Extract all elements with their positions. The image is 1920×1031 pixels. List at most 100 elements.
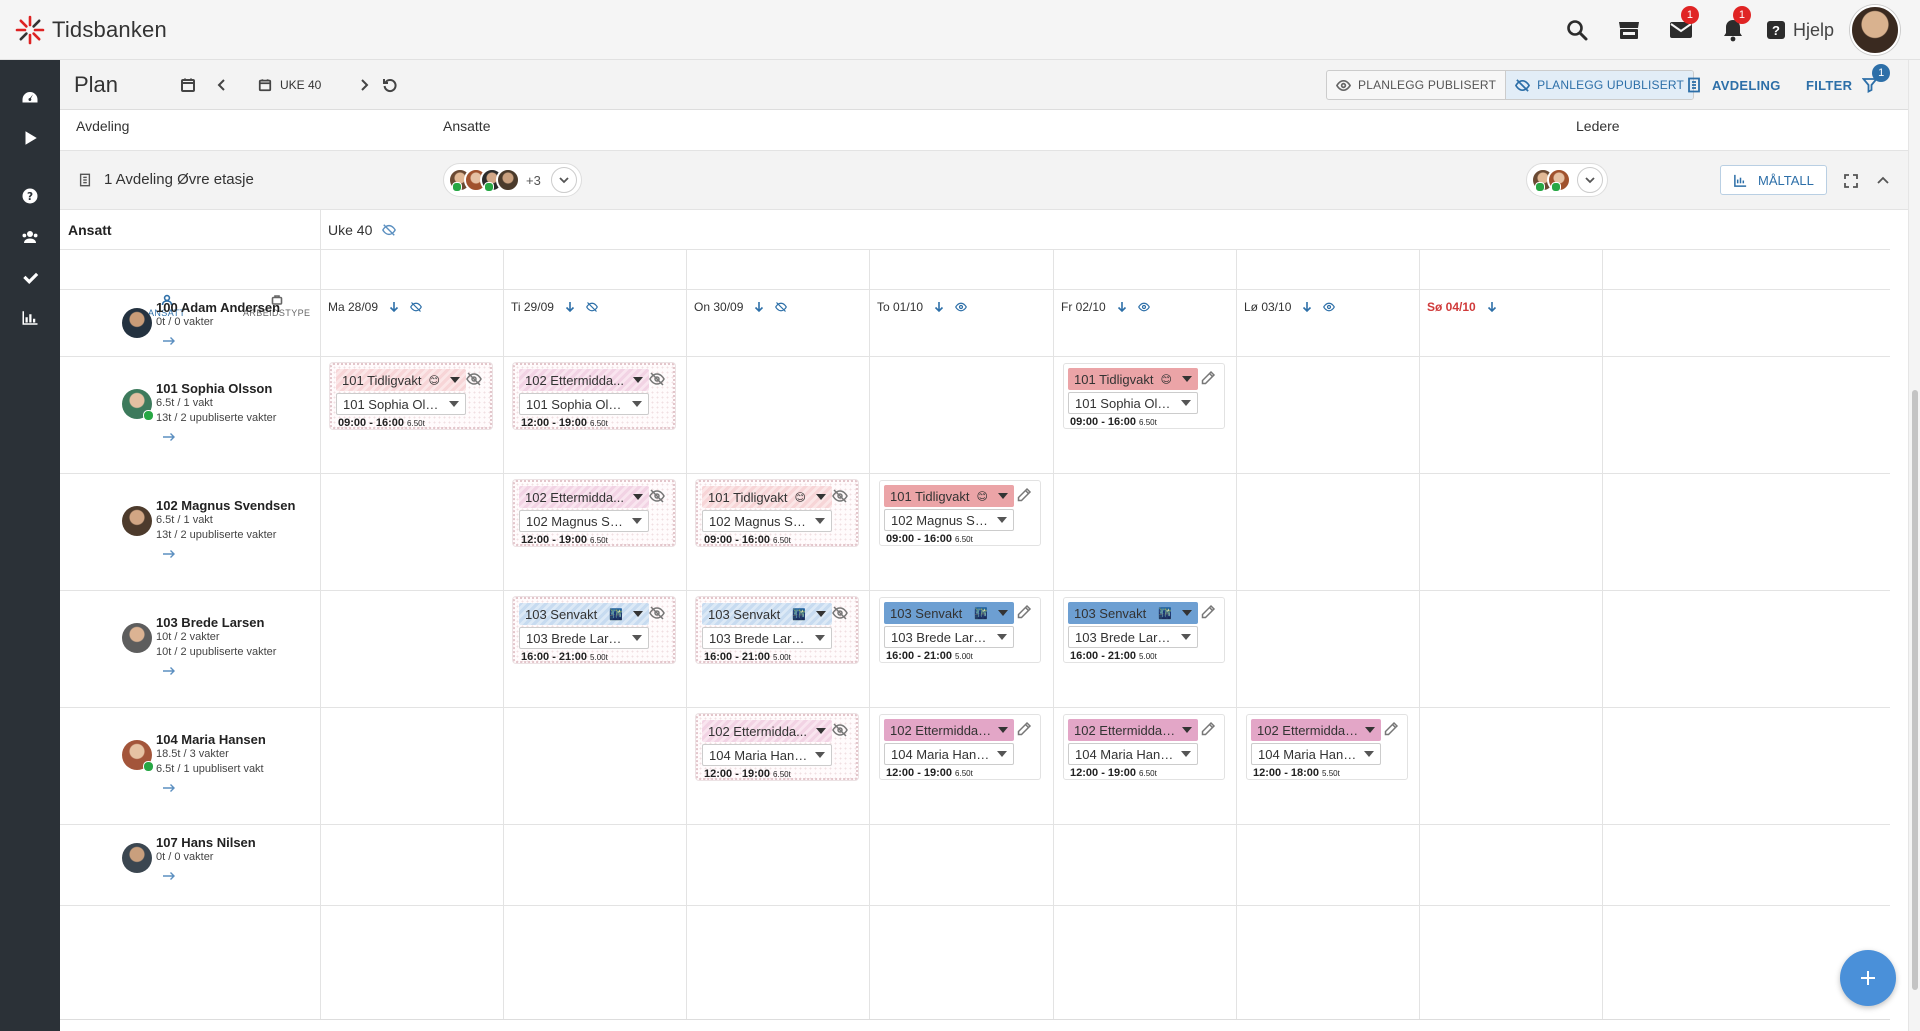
employee-name[interactable]: 100 Adam Andersen [156,300,280,315]
expand-employees-button[interactable] [550,167,577,193]
shift-type-select[interactable]: 103 Senvakt 🌃 [519,603,649,625]
shift-type-select[interactable]: 101 Tidligvakt 😊 [1068,368,1198,390]
shift-card[interactable]: 103 Senvakt 🌃 103 Brede Larsen 16:00 - 21:0… [879,597,1041,663]
shift-type-select[interactable]: 102 Ettermiddag... [1251,719,1381,741]
avatar[interactable] [122,308,152,338]
shift-card[interactable]: 102 Ettermidda... 102 Magnus Sve... 12:00 … [513,480,675,546]
avatar[interactable] [122,506,152,536]
edit-shift-button[interactable] [1200,721,1218,739]
shift-card[interactable]: 103 Senvakt 🌃 103 Brede Larsen 16:00 - 21:0… [696,597,858,663]
shift-card[interactable]: 103 Senvakt 🌃 103 Brede Larsen 16:00 - 21:0… [1063,597,1225,663]
sidebar-item-reports[interactable] [0,298,60,338]
shift-employee-select[interactable]: 104 Maria Hansen [884,743,1014,765]
managers-avatar-stack[interactable] [1526,163,1608,197]
publish-shift-button[interactable] [649,371,667,389]
shift-employee-select[interactable]: 101 Sophia Olss... [519,393,649,415]
sidebar-item-play[interactable] [0,118,60,158]
avatar[interactable] [122,843,152,873]
sidebar-item-approve[interactable] [0,258,60,298]
shift-card[interactable]: 102 Ettermiddag... 104 Maria Hansen 12:00 … [1246,714,1408,780]
employee-details-link[interactable] [162,430,176,441]
fullscreen-button[interactable] [1841,171,1861,191]
publish-shift-button[interactable] [832,722,850,740]
publish-shift-button[interactable] [466,371,484,389]
publish-shift-button[interactable] [832,488,850,506]
shift-card[interactable]: 102 Ettermidda... 104 Maria Hansen 12:00 -… [696,714,858,780]
department-selector[interactable]: 1 Avdeling Øvre etasje [78,171,254,188]
employee-details-link[interactable] [162,869,176,880]
employees-avatar-stack[interactable]: +3 [443,163,582,197]
next-week-button[interactable] [353,74,375,96]
shift-type-select[interactable]: 101 Tidligvakt 😊 [336,369,466,391]
edit-shift-button[interactable] [1200,604,1218,622]
employee-details-link[interactable] [162,547,176,558]
maltall-button[interactable]: MÅLTALL [1720,165,1827,195]
previous-week-button[interactable] [211,74,233,96]
help-button[interactable]: ? Hjelp [1759,0,1844,60]
publish-shift-button[interactable] [832,605,850,623]
notifications-button[interactable]: 1 [1707,0,1759,60]
refresh-button[interactable] [379,74,401,96]
employee-name[interactable]: 102 Magnus Svendsen [156,498,295,513]
shift-card[interactable]: 102 Ettermiddag... 104 Maria Hansen 12:00 … [1063,714,1225,780]
edit-shift-button[interactable] [1383,721,1401,739]
search-button[interactable] [1551,0,1603,60]
edit-shift-button[interactable] [1016,721,1034,739]
expand-managers-button[interactable] [1577,167,1603,193]
plan-unpublished-tab[interactable]: PLANLEGG UPUBLISERT [1505,71,1694,99]
sidebar-item-help[interactable]: ? [0,176,60,216]
shift-employee-select[interactable]: 103 Brede Larsen [702,627,832,649]
shift-type-select[interactable]: 102 Ettermidda... [519,369,649,391]
filter-button[interactable]: FILTER 1 [1806,64,1891,100]
shift-card[interactable]: 102 Ettermiddag... 104 Maria Hansen 12:00 … [879,714,1041,780]
collapse-button[interactable] [1873,171,1893,191]
shift-employee-select[interactable]: 103 Brede Larsen [1068,626,1198,648]
shift-type-select[interactable]: 102 Ettermiddag... [1068,719,1198,741]
shift-type-select[interactable]: 102 Ettermiddag... [884,719,1014,741]
shift-type-select[interactable]: 101 Tidligvakt 😊 [884,485,1014,507]
shift-card[interactable]: 103 Senvakt 🌃 103 Brede Larsen 16:00 - 21:0… [513,597,675,663]
shift-card[interactable]: 101 Tidligvakt 😊 101 Sophia Olss... 09:00 -… [330,363,492,429]
shift-employee-select[interactable]: 102 Magnus Sven... [884,509,1014,531]
sidebar-item-users[interactable] [0,217,60,257]
avatar[interactable] [122,740,154,772]
shift-card[interactable]: 101 Tidligvakt 😊 101 Sophia Olsson 09:00 - … [1063,363,1225,429]
shift-employee-select[interactable]: 103 Brede Larsen [519,627,649,649]
shift-card[interactable]: 101 Tidligvakt 😊 102 Magnus Sve... 09:00 - … [696,480,858,546]
shift-employee-select[interactable]: 102 Magnus Sve... [702,510,832,532]
scrollbar-thumb[interactable] [1912,390,1918,990]
add-shift-button[interactable] [1840,950,1896,1006]
shift-employee-select[interactable]: 103 Brede Larsen [884,626,1014,648]
vertical-scrollbar[interactable] [1908,60,1920,1031]
tidsbanken-logo[interactable]: Tidsbanken [14,14,167,46]
shift-employee-select[interactable]: 104 Maria Hansen [1068,743,1198,765]
employee-name[interactable]: 104 Maria Hansen [156,732,266,747]
employee-details-link[interactable] [162,664,176,675]
shift-employee-select[interactable]: 101 Sophia Olss... [336,393,466,415]
publish-shift-button[interactable] [649,488,667,506]
shift-employee-select[interactable]: 104 Maria Hansen [1251,743,1381,765]
avatar[interactable] [122,623,152,653]
shift-type-select[interactable]: 103 Senvakt 🌃 [884,602,1014,624]
edit-shift-button[interactable] [1200,370,1218,388]
edit-shift-button[interactable] [1016,604,1034,622]
employee-name[interactable]: 103 Brede Larsen [156,615,264,630]
employee-name[interactable]: 107 Hans Nilsen [156,835,256,850]
publish-shift-button[interactable] [649,605,667,623]
shift-card[interactable]: 101 Tidligvakt 😊 102 Magnus Sven... 09:00 -… [879,480,1041,546]
shift-type-select[interactable]: 102 Ettermidda... [702,720,832,742]
edit-shift-button[interactable] [1016,487,1034,505]
employee-details-link[interactable] [162,781,176,792]
calendar-picker-button[interactable] [177,74,199,96]
messages-button[interactable]: 1 [1655,0,1707,60]
shift-employee-select[interactable]: 104 Maria Hansen [702,744,832,766]
shift-employee-select[interactable]: 102 Magnus Sve... [519,510,649,532]
store-button[interactable] [1603,0,1655,60]
employee-name[interactable]: 101 Sophia Olsson [156,381,272,396]
shift-type-select[interactable]: 103 Senvakt 🌃 [702,603,832,625]
avatar[interactable] [122,389,154,421]
shift-type-select[interactable]: 103 Senvakt 🌃 [1068,602,1198,624]
eye-slash-icon[interactable] [382,223,397,237]
employee-details-link[interactable] [162,334,176,345]
shift-employee-select[interactable]: 101 Sophia Olsson [1068,392,1198,414]
